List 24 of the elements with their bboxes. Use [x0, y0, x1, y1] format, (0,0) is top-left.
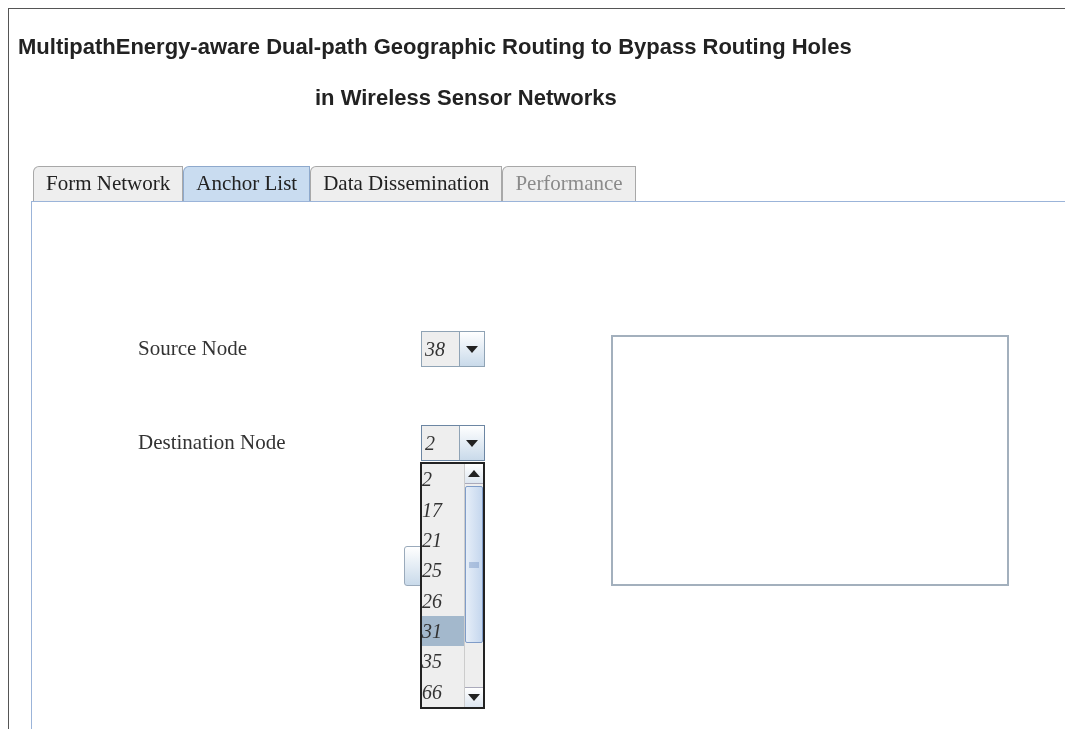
node-dropdown[interactable]: 2	[421, 425, 485, 461]
up-arrow-icon	[468, 470, 480, 477]
dropdown-option[interactable]: 66	[422, 676, 464, 707]
dropdown-option[interactable]: 26	[422, 585, 464, 616]
dropdown-option[interactable]: 21	[422, 524, 464, 556]
field-label: Source Node	[138, 335, 249, 363]
scrollbar[interactable]	[464, 464, 483, 707]
dropdown-option[interactable]: 17	[422, 494, 464, 525]
tab[interactable]: Form Network	[33, 166, 184, 201]
app-subtitle: in Wireless Sensor Networks	[315, 84, 617, 112]
grip-icon	[469, 561, 479, 568]
down-arrow-icon	[468, 694, 480, 701]
dropdown-option[interactable]: 35	[422, 646, 464, 677]
tab[interactable]: Anchor List	[183, 166, 311, 201]
field-label: Destination Node	[138, 429, 287, 457]
tab[interactable]: Data Dissemination	[310, 166, 503, 201]
node-dropdown[interactable]: 38	[421, 331, 485, 367]
dropdown-option[interactable]: 2	[422, 464, 464, 495]
dropdown-option[interactable]: 25	[422, 555, 464, 586]
scrollbar-thumb[interactable]	[465, 486, 483, 643]
down-arrow-icon	[466, 345, 478, 353]
down-arrow-icon	[466, 439, 478, 447]
app-title: MultipathEnergy-aware Dual-path Geographic Routing to Bypass Routing Holes	[17, 33, 853, 61]
dropdown-option[interactable]: 31	[422, 615, 464, 647]
